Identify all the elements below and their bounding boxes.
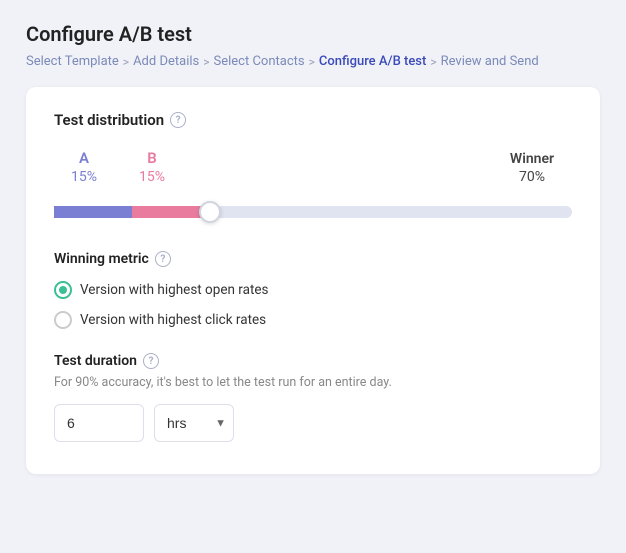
radio-open-rates-label: Version with highest open rates xyxy=(80,282,269,298)
duration-number-input[interactable] xyxy=(54,404,144,442)
duration-unit-select[interactable]: hrs days xyxy=(154,404,234,442)
slider-track xyxy=(54,206,572,218)
main-card: Test distribution ? A 15% B 15% Winner 7… xyxy=(26,87,600,474)
dist-winner-group: Winner 70% xyxy=(492,151,572,185)
breadcrumb-sep-2: > xyxy=(203,55,209,69)
winning-metric-heading: Winning metric xyxy=(54,251,149,267)
test-distribution-help-icon[interactable]: ? xyxy=(170,112,186,128)
page-wrapper: Configure A/B test Select Template > Add… xyxy=(10,10,616,543)
radio-click-rates-label: Version with highest click rates xyxy=(80,312,266,328)
slider-thumb[interactable] xyxy=(199,201,221,223)
radio-option-open-rates[interactable]: Version with highest open rates xyxy=(54,281,572,299)
breadcrumb-select-contacts[interactable]: Select Contacts xyxy=(214,54,305,69)
test-duration-header: Test duration ? xyxy=(54,353,572,369)
slider-track-wrapper xyxy=(54,201,572,223)
dist-a-letter: A xyxy=(79,149,89,167)
dist-winner-percent: 70% xyxy=(519,169,545,185)
breadcrumb: Select Template > Add Details > Select C… xyxy=(26,54,600,69)
dist-b-percent: 15% xyxy=(139,169,165,185)
duration-inputs: hrs days ▼ xyxy=(54,404,572,442)
winning-metric-header: Winning metric ? xyxy=(54,251,572,267)
page-title: Configure A/B test xyxy=(26,22,600,46)
breadcrumb-select-template[interactable]: Select Template xyxy=(26,54,119,69)
breadcrumb-sep-1: > xyxy=(123,55,129,69)
radio-open-rates-inner xyxy=(59,286,67,294)
breadcrumb-sep-3: > xyxy=(309,55,315,69)
dist-a-group: A 15% xyxy=(54,149,114,185)
dist-b-letter: B xyxy=(147,149,157,167)
test-distribution-section: Test distribution ? xyxy=(54,111,572,129)
distribution-labels-row: A 15% B 15% Winner 70% xyxy=(54,149,572,185)
test-duration-help-icon[interactable]: ? xyxy=(143,353,159,369)
test-duration-hint: For 90% accuracy, it's best to let the t… xyxy=(54,375,572,390)
radio-click-rates-circle[interactable] xyxy=(54,311,72,329)
dist-b-group: B 15% xyxy=(122,149,182,185)
slider-fill-a xyxy=(54,206,132,218)
breadcrumb-configure-ab[interactable]: Configure A/B test xyxy=(319,54,426,69)
slider-fill-b xyxy=(132,206,210,218)
winning-metric-help-icon[interactable]: ? xyxy=(155,251,171,267)
radio-open-rates-circle[interactable] xyxy=(54,281,72,299)
breadcrumb-add-details[interactable]: Add Details xyxy=(133,54,199,69)
breadcrumb-review-send[interactable]: Review and Send xyxy=(441,54,539,69)
radio-option-click-rates[interactable]: Version with highest click rates xyxy=(54,311,572,329)
test-distribution-heading: Test distribution xyxy=(54,111,164,129)
test-duration-heading: Test duration xyxy=(54,353,137,369)
dist-winner-label: Winner xyxy=(510,151,554,167)
breadcrumb-sep-4: > xyxy=(430,55,436,69)
dist-a-percent: 15% xyxy=(71,169,97,185)
test-duration-section: Test duration ? For 90% accuracy, it's b… xyxy=(54,353,572,442)
distribution-slider-container xyxy=(54,201,572,223)
duration-select-wrapper: hrs days ▼ xyxy=(154,404,234,442)
winning-metric-section: Winning metric ? Version with highest op… xyxy=(54,251,572,329)
